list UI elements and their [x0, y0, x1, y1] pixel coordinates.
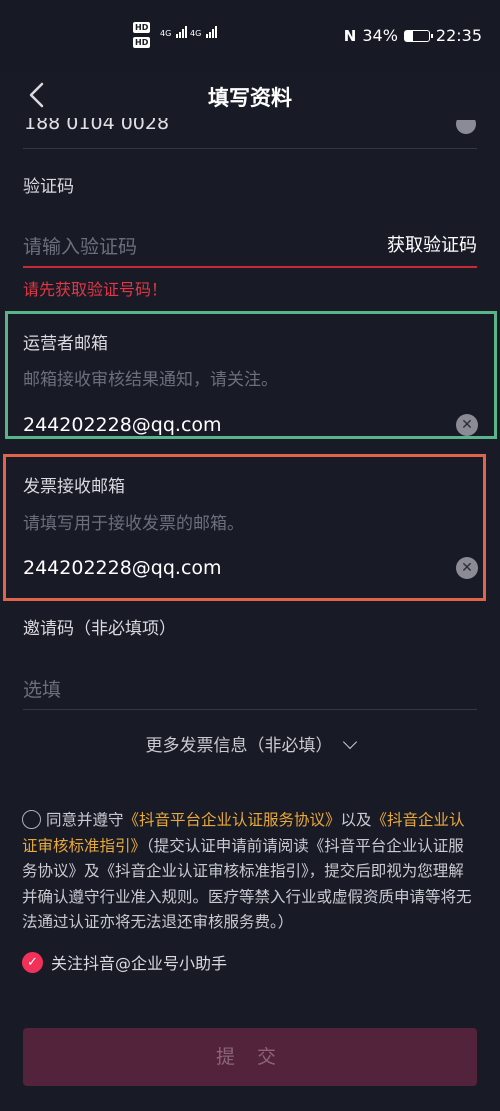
invoice-email-label: 发票接收邮箱: [23, 477, 125, 497]
more-invoice-info-label: 更多发票信息（非必填）: [145, 736, 333, 756]
submit-button[interactable]: 提 交: [23, 1028, 477, 1086]
get-code-button[interactable]: 获取验证码: [387, 231, 477, 257]
code-error-message: 请先获取验证号码！: [23, 280, 168, 299]
invoice-email-input[interactable]: 244202228@qq.com: [23, 557, 222, 579]
signal-icon-2: 4G: [190, 26, 217, 38]
nfc-icon: N: [343, 26, 357, 45]
more-invoice-info-toggle[interactable]: 更多发票信息（非必填）: [0, 731, 500, 756]
hd-indicators: HD HD: [133, 22, 151, 49]
code-error-underline: [23, 266, 477, 268]
operator-email-input[interactable]: 244202228@qq.com: [23, 414, 222, 436]
status-bar: HD HD 4G 4G N 34% 22:35: [0, 0, 500, 72]
follow-assistant-option[interactable]: ✓ 关注抖音@企业号小助手: [22, 950, 227, 974]
chevron-down-icon: [342, 734, 357, 750]
code-input[interactable]: 请输入验证码: [23, 232, 137, 259]
agreement-mid: 以及: [340, 811, 372, 829]
follow-assistant-label: 关注抖音@企业号小助手: [51, 954, 228, 973]
invoice-email-clear-icon[interactable]: ✕: [456, 557, 478, 579]
phone-value[interactable]: 188 0104 0028: [24, 118, 169, 134]
agreement-prefix: 同意并遵守: [46, 811, 124, 829]
phone-clear-icon[interactable]: [456, 120, 476, 134]
network-label-2: 4G: [190, 29, 202, 38]
hd-badge-2: HD: [133, 37, 151, 48]
divider: [23, 709, 477, 710]
nav-bar: 填写资料: [0, 72, 500, 122]
checkmark-icon[interactable]: ✓: [22, 951, 43, 973]
divider: [23, 148, 477, 149]
agreement-radio[interactable]: [22, 810, 41, 829]
operator-email-clear-icon[interactable]: ✕: [456, 414, 478, 436]
page-title: 填写资料: [208, 86, 292, 110]
battery-icon: [403, 29, 433, 42]
signal-icon-1: 4G: [160, 26, 187, 38]
status-right: N 34% 22:35: [344, 26, 482, 45]
invoice-email-hint: 请填写用于接收发票的邮箱。: [23, 514, 244, 534]
hd-badge-1: HD: [133, 22, 151, 33]
invite-code-input[interactable]: 选填: [23, 675, 61, 702]
battery-fill: [404, 30, 414, 41]
agreement-text: 同意并遵守《抖音平台企业认证服务协议》以及《抖音企业认证审核标准指引》（提交认证…: [22, 808, 478, 936]
battery-percent: 34%: [362, 26, 398, 45]
clock: 22:35: [435, 26, 482, 45]
operator-email-label: 运营者邮箱: [23, 334, 108, 354]
invite-code-label: 邀请码（非必填项）: [23, 619, 176, 639]
operator-email-hint: 邮箱接收审核结果通知，请关注。: [23, 370, 278, 390]
code-label: 验证码: [23, 177, 74, 197]
network-label-1: 4G: [160, 29, 172, 38]
service-agreement-link[interactable]: 《抖音平台企业认证服务协议》: [124, 811, 341, 829]
